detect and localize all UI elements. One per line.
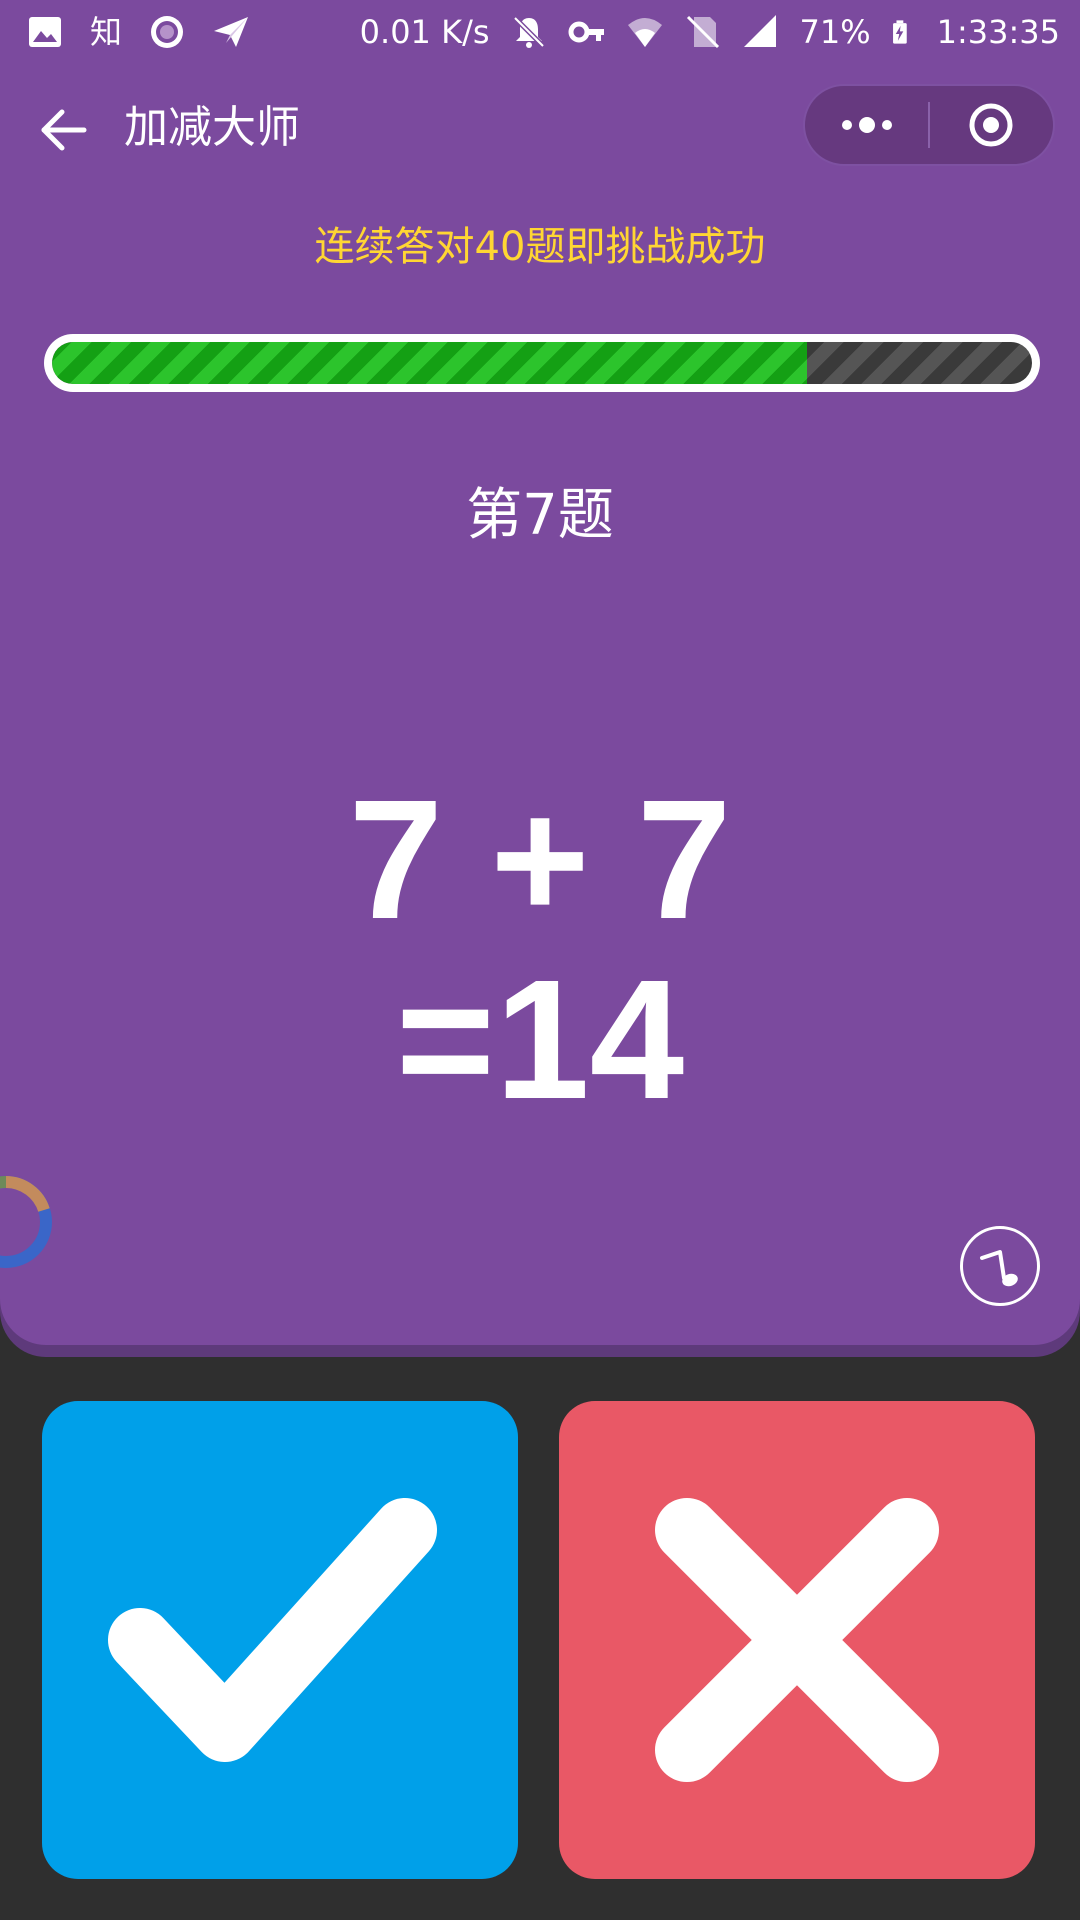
back-button[interactable]: [36, 102, 92, 158]
cross-icon: [655, 1498, 939, 1782]
progress-fill: [52, 342, 807, 384]
mute-bell-icon: [512, 16, 545, 48]
progress-bar: [44, 334, 1040, 392]
wifi-icon: [627, 18, 662, 47]
net-speed: 0.01 K/s: [359, 13, 490, 51]
signal-icon: [743, 15, 776, 47]
target-circle-icon: [969, 103, 1013, 147]
question-number: 第7题: [466, 483, 614, 548]
status-bar-right: 0.01 K/s 71% 1:33:35: [360, 10, 1060, 54]
record-icon: [151, 16, 184, 48]
more-dots-icon: [841, 117, 892, 133]
no-sim-icon: [686, 15, 719, 49]
equation-result: =14: [395, 945, 685, 1135]
image-icon: [29, 17, 61, 47]
battery-percent: 71%: [799, 13, 871, 51]
question-panel: [0, 0, 1080, 1345]
music-note-icon: [980, 1250, 1018, 1287]
wrong-answer-button[interactable]: [559, 1401, 1035, 1879]
equation: 7 + 7 =14: [0, 770, 1080, 1130]
progress-track: [52, 342, 1032, 384]
miniprogram-capsule: [803, 84, 1055, 166]
vpn-key-icon: [568, 21, 604, 43]
status-bar: 知 0.01 K/s 71% 1:33:35: [0, 0, 1080, 64]
arrow-left-icon: [41, 109, 87, 151]
checkmark-icon: [108, 1498, 437, 1762]
page-title: 加减大师: [124, 102, 300, 153]
clock: 1:33:35: [936, 13, 1060, 51]
challenge-hint: 连续答对40题即挑战成功: [314, 224, 766, 270]
music-toggle-button[interactable]: [960, 1226, 1040, 1306]
status-bar-left: 知: [26, 10, 250, 54]
equation-expression: 7 + 7: [348, 765, 732, 955]
close-miniprogram-button[interactable]: [930, 85, 1053, 165]
loading-spinner-icon: [0, 1176, 52, 1268]
title-bar: 加减大师: [0, 84, 1080, 172]
send-icon: [214, 17, 249, 47]
more-button[interactable]: [805, 85, 928, 165]
game-screen: 知 0.01 K/s 71% 1:33:35 加减大师 连续答对40题即挑战成功…: [0, 0, 1080, 1920]
correct-answer-button[interactable]: [42, 1401, 518, 1879]
zhihu-icon: 知: [90, 13, 123, 51]
battery-charging-icon: [892, 20, 907, 44]
